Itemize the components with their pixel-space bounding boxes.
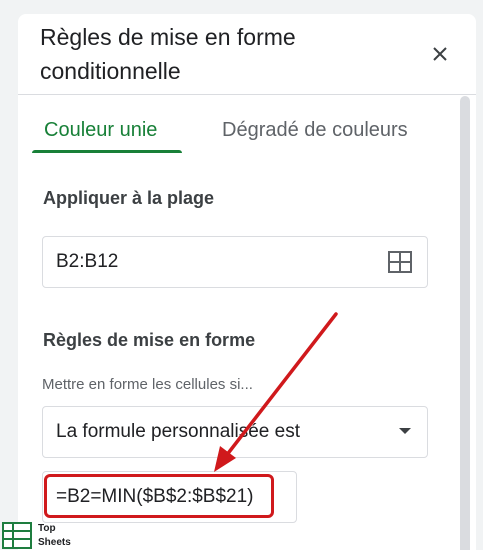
tab-bar: Couleur unie Dégradé de couleurs [18,110,458,154]
logo-text-top: Top [38,523,56,534]
condition-dropdown[interactable]: La formule personnalisée est [42,406,428,458]
panel-header: Règles de mise en forme conditionnelle [18,14,476,95]
scrollbar[interactable] [460,96,470,550]
chevron-down-icon [399,428,411,434]
range-input[interactable] [56,237,356,287]
close-icon [433,47,447,61]
tab-solid-color[interactable]: Couleur unie [44,110,157,150]
tab-color-scale[interactable]: Dégradé de couleurs [222,110,408,150]
condition-hint: Mettre en forme les cellules si... [42,376,253,393]
logo-text-sheets: Sheets [38,537,71,548]
grid-select-icon[interactable] [387,250,413,274]
apply-range-heading: Appliquer à la plage [43,188,215,208]
condition-value: La formule personnalisée est [56,421,300,442]
active-tab-indicator [32,150,182,153]
formula-highlight-box [44,474,274,518]
range-field[interactable] [42,236,428,288]
top-sheets-logo: Top Sheets [2,521,92,550]
close-button[interactable] [424,38,456,70]
panel-title: Règles de mise en forme conditionnelle [40,24,296,84]
conditional-format-panel: Règles de mise en forme conditionnelle C… [18,14,476,550]
spreadsheet-logo-icon [2,522,32,549]
format-rules-heading: Règles de mise en forme [43,330,256,350]
